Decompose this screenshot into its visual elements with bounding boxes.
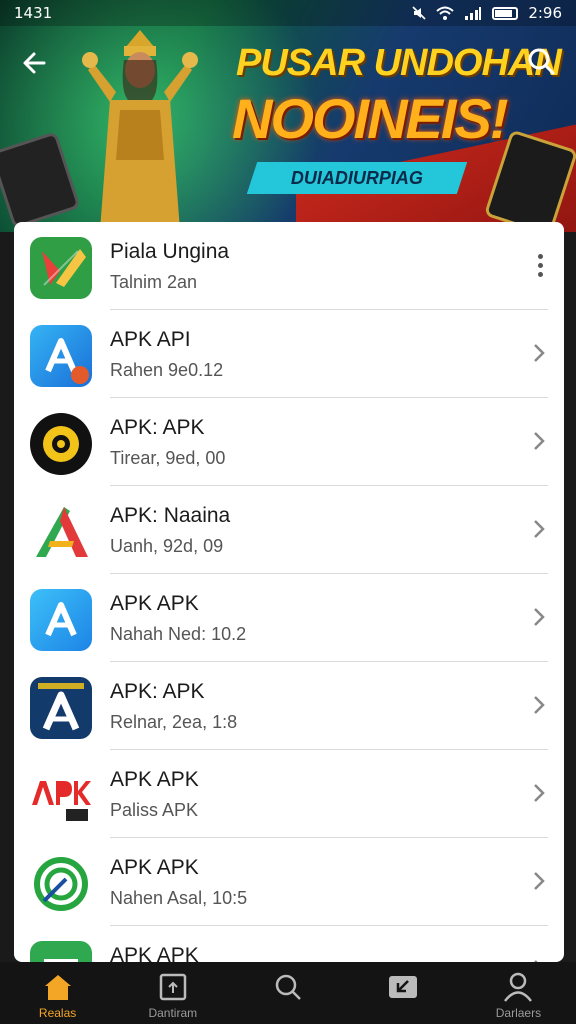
nav-box[interactable]: Dantiram bbox=[115, 962, 230, 1024]
person-icon bbox=[504, 972, 533, 1002]
promo-banner[interactable]: PUSAR UNDOHAN NOOINEIS! DUIADIURPIAG bbox=[0, 0, 576, 232]
mute-icon bbox=[412, 6, 426, 20]
chevron-right-icon bbox=[534, 432, 545, 450]
nav-download[interactable] bbox=[346, 962, 461, 1024]
list-item[interactable]: APK: Naaina Uanh, 92d, 09 bbox=[14, 486, 564, 574]
a-store-blue-icon bbox=[30, 589, 92, 651]
list-item-title: APK: APK bbox=[110, 416, 205, 439]
list-item[interactable]: APK APK Paliss APK bbox=[14, 750, 564, 838]
list-item-subtitle: Relnar, 2ea, 1:8 bbox=[110, 712, 238, 732]
list-item[interactable]: APK API Rahen 9e0.12 bbox=[14, 310, 564, 398]
bottom-navigation: Realas Dantiram Darlaers bbox=[0, 962, 576, 1024]
app-list: Piala Ungina Talnim 2an APK API Rahen 9e… bbox=[14, 222, 564, 962]
chevron-right-icon bbox=[534, 872, 545, 890]
nav-search[interactable] bbox=[230, 962, 345, 1024]
back-arrow-icon[interactable] bbox=[20, 48, 52, 80]
list-item[interactable]: Piala Ungina Talnim 2an bbox=[14, 222, 564, 310]
list-item-subtitle: Nahah Ned: 10.2 bbox=[110, 624, 247, 644]
search-icon bbox=[275, 974, 301, 1000]
status-time-right: 2:96 bbox=[528, 4, 562, 22]
chevron-right-icon bbox=[534, 696, 545, 714]
list-item-subtitle: Talnim 2an bbox=[110, 272, 198, 292]
yellow-ring-icon bbox=[30, 413, 92, 475]
wifi-icon bbox=[436, 6, 454, 20]
banner-subtitle-text: DUIADIURPIAG bbox=[290, 167, 423, 188]
nav-home[interactable]: Realas bbox=[0, 962, 115, 1024]
download-icon bbox=[389, 976, 418, 998]
list-item[interactable]: APK APK Nahen Asal, 10:5 bbox=[14, 838, 564, 926]
a-navy-icon bbox=[30, 677, 92, 739]
search-icon[interactable] bbox=[526, 46, 558, 78]
apk-red-logo-icon bbox=[30, 765, 92, 827]
green-circle-icon bbox=[30, 853, 92, 915]
list-item-subtitle: Paliss APK bbox=[110, 800, 199, 820]
list-item-title: APK APK bbox=[110, 592, 199, 615]
colorful-a-icon bbox=[30, 501, 92, 563]
list-item-title: APK APK bbox=[110, 856, 199, 879]
list-item-subtitle: Tirear, 9ed, 00 bbox=[110, 448, 226, 468]
x-app-icon bbox=[30, 237, 92, 299]
list-item[interactable]: APK APK bbox=[14, 926, 564, 962]
list-item-subtitle: Uanh, 92d, 09 bbox=[110, 536, 224, 556]
list-item-subtitle: Rahen 9e0.12 bbox=[110, 360, 224, 380]
status-bar: 1431 2:96 bbox=[0, 0, 576, 26]
list-item-subtitle: Nahen Asal, 10:5 bbox=[110, 888, 248, 908]
list-item[interactable]: APK: APK Relnar, 2ea, 1:8 bbox=[14, 662, 564, 750]
nav-label: Darlaers bbox=[495, 1006, 542, 1020]
banner-headline-top: PUSAR UNDOHAN bbox=[236, 42, 562, 84]
box-icon bbox=[159, 973, 187, 1001]
battery-icon bbox=[492, 6, 519, 20]
chevron-right-icon bbox=[534, 608, 545, 626]
signal-icon bbox=[464, 6, 482, 20]
list-item-title: APK API bbox=[110, 328, 191, 351]
nav-label: Dantiram bbox=[148, 1006, 198, 1020]
list-item-title: APK: APK bbox=[110, 680, 205, 703]
status-icons: 2:96 bbox=[412, 4, 562, 22]
banner-subtitle-pill: DUIADIURPIAG bbox=[246, 162, 468, 194]
list-item-title: APK: Naaina bbox=[110, 504, 231, 527]
nav-label: Realas bbox=[38, 1006, 77, 1020]
home-icon bbox=[44, 975, 71, 1000]
banner-headline-main: NOOINEIS! bbox=[232, 87, 508, 150]
dancer-illustration bbox=[82, 30, 198, 230]
list-item-title: Piala Ungina bbox=[110, 240, 230, 263]
list-item-title: APK APK bbox=[110, 768, 199, 791]
status-time: 1431 bbox=[14, 4, 53, 22]
list-item[interactable]: APK: APK Tirear, 9ed, 00 bbox=[14, 398, 564, 486]
chevron-right-icon bbox=[534, 784, 545, 802]
more-vert-icon[interactable] bbox=[534, 254, 546, 280]
list-item[interactable]: APK APK Nahah Ned: 10.2 bbox=[14, 574, 564, 662]
list-item-title: APK APK bbox=[110, 944, 199, 962]
green-red-icon bbox=[30, 941, 92, 962]
nav-profile[interactable]: Darlaers bbox=[461, 962, 576, 1024]
a-store-icon bbox=[30, 325, 92, 387]
chevron-right-icon bbox=[534, 344, 545, 362]
chevron-right-icon bbox=[534, 520, 545, 538]
